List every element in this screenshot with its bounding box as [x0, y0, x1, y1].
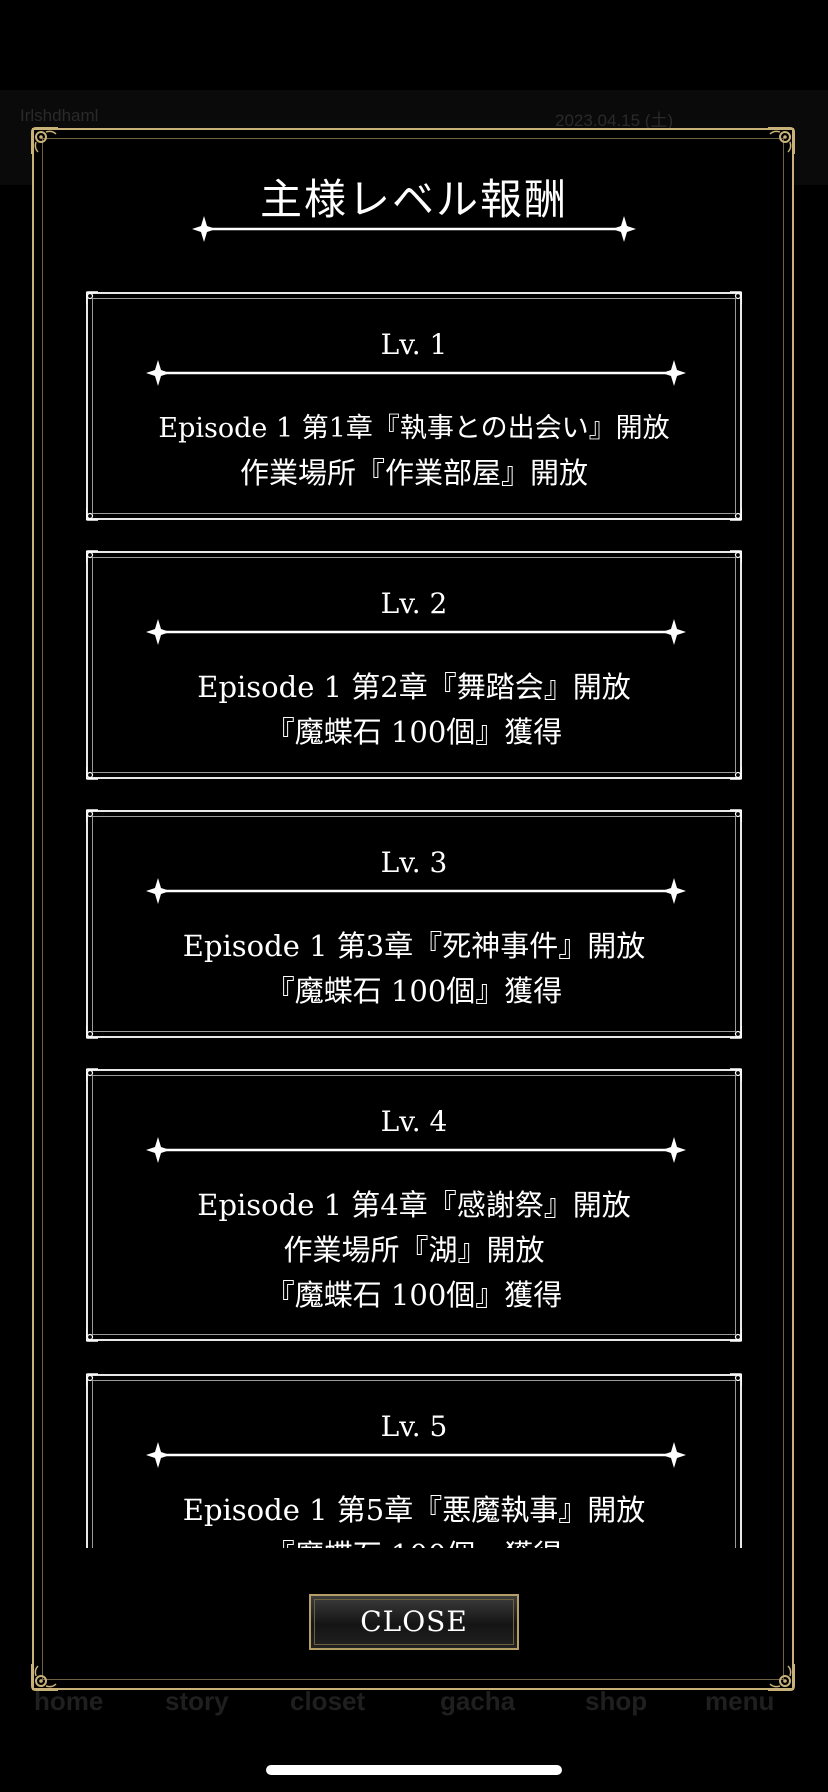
- reward-item: Episode 1 第4章『感謝祭』開放: [197, 1188, 631, 1222]
- reward-item: 作業場所『作業部屋』開放: [239, 456, 588, 490]
- card-corner-icon: [728, 506, 742, 522]
- level-card-2: Lv. 2 Episode 1 第2章『舞踏会』開放 『魔蝶石 100個』獲得: [86, 549, 742, 781]
- reward-item: 『魔蝶石 100個』獲得: [88, 1533, 740, 1548]
- card-corner-icon: [728, 290, 742, 306]
- card-corner-icon: [86, 1024, 100, 1040]
- reward-list: Episode 1 第2章『舞踏会』開放 『魔蝶石 100個』獲得: [88, 665, 740, 755]
- card-corner-icon: [728, 808, 742, 824]
- reward-item: 『魔蝶石 100個』獲得: [265, 1278, 563, 1312]
- background-footer-gacha: gacha: [440, 1686, 516, 1716]
- reward-item: 『魔蝶石 100個』獲得: [265, 974, 563, 1008]
- level-label: Lv. 4: [380, 1105, 448, 1138]
- ornate-corner-icon: [766, 1662, 796, 1692]
- ornate-corner-icon: [30, 126, 60, 156]
- card-corner-icon: [728, 1024, 742, 1040]
- reward-list: Episode 1 第4章『感謝祭』開放 作業場所『湖』開放 『魔蝶石 100個…: [88, 1183, 740, 1318]
- sparkle-divider-icon: [146, 1135, 686, 1165]
- card-corner-icon: [86, 506, 100, 522]
- home-indicator[interactable]: [266, 1765, 562, 1775]
- ornate-corner-icon: [30, 1662, 60, 1692]
- background-header-left: Irlshdhaml: [20, 106, 99, 125]
- background-footer-menu: menu: [705, 1686, 775, 1716]
- reward-item: 作業場所『湖』開放: [283, 1233, 545, 1267]
- card-corner-icon: [86, 290, 100, 306]
- background-footer-closet: closet: [290, 1686, 366, 1716]
- background-footer-story: story: [165, 1686, 229, 1716]
- background-footer-shop: shop: [585, 1686, 648, 1716]
- reward-item: Episode 1 第5章『悪魔執事』開放: [182, 1493, 646, 1527]
- card-corner-icon: [86, 549, 100, 565]
- reward-list: Episode 1 第5章『悪魔執事』開放 『魔蝶石 100個』獲得: [88, 1488, 740, 1548]
- reward-list: Episode 1 第1章『執事との出会い』開放 作業場所『作業部屋』開放: [88, 406, 740, 496]
- level-label: Lv. 1: [380, 328, 448, 361]
- level-card-3: Lv. 3 Episode 1 第3章『死神事件』開放 『魔蝶石 100個』獲得: [86, 808, 742, 1040]
- level-reward-list[interactable]: Lv. 1 Episode 1 第1章『執事との出会い』開放 作業場所『作業部屋…: [86, 288, 742, 1548]
- reward-item: 『魔蝶石 100個』獲得: [265, 715, 563, 749]
- sparkle-divider-icon: [146, 358, 686, 388]
- card-corner-icon: [728, 1327, 742, 1343]
- level-label: Lv. 3: [380, 846, 448, 879]
- card-corner-icon: [86, 808, 100, 824]
- card-corner-icon: [86, 1372, 100, 1388]
- card-corner-icon: [728, 549, 742, 565]
- reward-item: Episode 1 第1章『執事との出会い』開放: [158, 413, 670, 444]
- card-corner-icon: [728, 765, 742, 781]
- level-card-4: Lv. 4 Episode 1 第4章『感謝祭』開放 作業場所『湖』開放 『魔蝶…: [86, 1067, 742, 1343]
- card-corner-icon: [86, 1327, 100, 1343]
- reward-item: Episode 1 第3章『死神事件』開放: [182, 929, 646, 963]
- sparkle-divider-icon: [146, 617, 686, 647]
- card-corner-icon: [728, 1372, 742, 1388]
- card-corner-icon: [86, 765, 100, 781]
- reward-list: Episode 1 第3章『死神事件』開放 『魔蝶石 100個』獲得: [88, 924, 740, 1014]
- sparkle-divider-icon: [146, 876, 686, 906]
- reward-item: Episode 1 第2章『舞踏会』開放: [197, 670, 631, 704]
- level-label: Lv. 5: [380, 1410, 448, 1443]
- close-button[interactable]: CLOSE: [309, 1594, 519, 1650]
- level-card-1: Lv. 1 Episode 1 第1章『執事との出会い』開放 作業場所『作業部屋…: [86, 290, 742, 522]
- ornate-corner-icon: [766, 126, 796, 156]
- sparkle-divider-icon: [192, 214, 636, 244]
- sparkle-divider-icon: [146, 1440, 686, 1470]
- card-corner-icon: [86, 1067, 100, 1083]
- level-card-5: Lv. 5 Episode 1 第5章『悪魔執事』開放 『魔蝶石 100個』獲得: [86, 1372, 742, 1548]
- level-label: Lv. 2: [380, 587, 448, 620]
- card-corner-icon: [728, 1067, 742, 1083]
